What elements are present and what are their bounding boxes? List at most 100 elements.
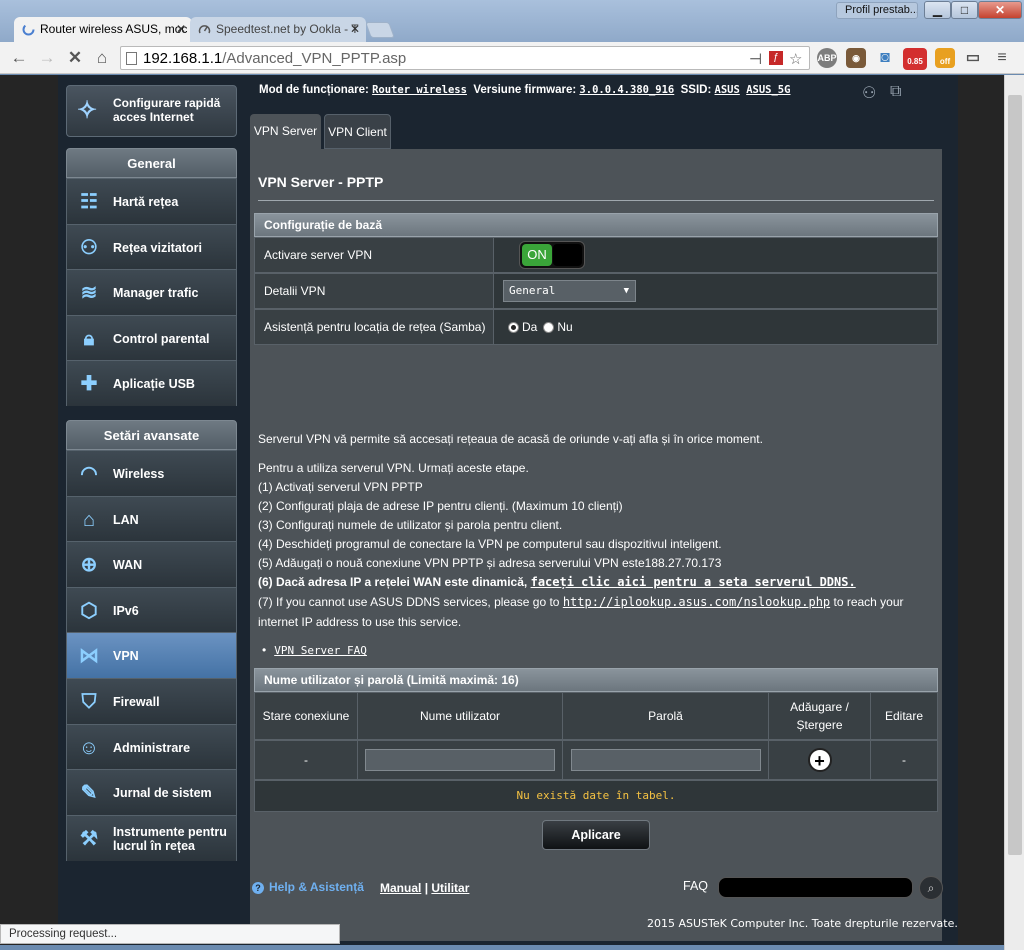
- password-input[interactable]: [570, 749, 761, 771]
- bookmark-star-icon[interactable]: ☆: [789, 50, 802, 68]
- sidebar-item-label: WAN: [113, 558, 143, 573]
- parental-lock-icon: 🔒︎: [83, 327, 95, 350]
- sidebar-item[interactable]: ◠ Wireless: [66, 450, 237, 496]
- back-arrow-icon[interactable]: ←: [8, 47, 30, 69]
- pin-icon[interactable]: ⊣: [749, 50, 762, 68]
- ddns-link[interactable]: faceți clic aici pentru a seta serverul …: [531, 575, 856, 589]
- flash-blocked-icon[interactable]: ƒ: [769, 51, 783, 65]
- sidebar-item[interactable]: ✎ Jurnal de sistem: [66, 769, 237, 816]
- row-edit: -: [870, 740, 938, 780]
- speed-monitor-icon[interactable]: 0.85: [903, 48, 927, 70]
- sidebar-item[interactable]: ⋈ VPN: [66, 632, 237, 679]
- network-map-icon: ☷: [80, 191, 98, 213]
- new-tab-button[interactable]: [365, 22, 395, 38]
- page-scrollbar[interactable]: [1004, 75, 1024, 950]
- vpn-description: Serverul VPN vă permite să accesați rețe…: [258, 432, 763, 446]
- ssid-link-1[interactable]: ASUS: [715, 84, 740, 96]
- iplookup-link[interactable]: http://iplookup.asus.com/nslookup.php: [563, 595, 830, 609]
- tab-close-icon[interactable]: ✕: [350, 17, 360, 42]
- tab-speedtest[interactable]: Speedtest.net by Ookla - T ✕: [190, 17, 366, 42]
- profile-button[interactable]: Profil prestab...: [836, 2, 918, 19]
- vpn-server-faq-link[interactable]: VPN Server FAQ: [274, 644, 367, 657]
- extension-off-icon[interactable]: off: [935, 48, 955, 68]
- close-window-button[interactable]: ✕: [978, 1, 1022, 19]
- sidebar-item[interactable]: ⚇ Rețea vizitatori: [66, 223, 237, 270]
- vpn-details-row: Detalii VPN General ▼: [254, 273, 938, 309]
- sidebar-item-label: Instrumente pentru lucrul în rețea: [113, 824, 227, 853]
- sidebar-item-label: Rețea vizitatori: [113, 240, 202, 255]
- operation-mode-link[interactable]: Router wireless: [372, 84, 467, 96]
- sidebar-item[interactable]: ⚒ Instrumente pentru lucrul în rețea: [66, 814, 237, 861]
- vpn-details-select[interactable]: General ▼: [503, 280, 636, 302]
- usb-status-icon[interactable]: ⧉: [890, 83, 901, 101]
- scrollbar-thumb[interactable]: [1008, 95, 1022, 855]
- add-user-icon[interactable]: +: [807, 748, 832, 772]
- sidebar-item[interactable]: ⌂ LAN: [66, 495, 237, 542]
- utility-link[interactable]: Utilitar: [431, 881, 469, 895]
- quick-setup-label: Configurare rapidă acces Internet: [113, 96, 221, 124]
- camera-icon[interactable]: ◙: [875, 48, 895, 68]
- browser-title-bar: Router wireless ASUS, moc ✕ Speedtest.ne…: [0, 0, 1024, 42]
- instagram-icon[interactable]: ◉: [846, 48, 866, 68]
- tab-vpn-client[interactable]: VPN Client: [324, 114, 391, 149]
- samba-yes-radio[interactable]: [508, 321, 519, 333]
- cast-icon[interactable]: ▭: [963, 48, 983, 68]
- tab-vpn-server[interactable]: VPN Server: [250, 114, 321, 149]
- samba-label: Asistență pentru locația de rețea (Samba…: [255, 310, 494, 344]
- firmware-link[interactable]: 3.0.0.4.380_916: [579, 84, 674, 96]
- apply-button[interactable]: Aplicare: [542, 820, 650, 850]
- search-icon[interactable]: ⌕: [919, 876, 943, 900]
- tab-router[interactable]: Router wireless ASUS, moc ✕: [14, 17, 192, 42]
- faq-search-input[interactable]: [718, 877, 913, 898]
- browser-toolbar: ← → ✕ ⌂ 192.168.1.1/Advanced_VPN_PPTP.as…: [0, 42, 1024, 74]
- sidebar-item[interactable]: ≋ Manager trafic: [66, 269, 237, 316]
- firewall-shield-icon: ⛉: [81, 691, 97, 713]
- ssid-link-2[interactable]: ASUS_5G: [746, 84, 790, 96]
- maximize-button[interactable]: □: [951, 1, 978, 19]
- enable-vpn-label: Activare server VPN: [255, 238, 494, 272]
- samba-row: Asistență pentru locația de rețea (Samba…: [254, 309, 938, 345]
- sidebar-item-label: Manager trafic: [113, 286, 199, 301]
- samba-no-radio[interactable]: [543, 321, 555, 333]
- page-icon: [126, 52, 137, 65]
- col-username: Nume utilizator: [357, 692, 563, 740]
- tab-close-icon[interactable]: ✕: [176, 17, 186, 42]
- col-status: Stare conexiune: [254, 692, 358, 740]
- sidebar-item[interactable]: ☺ Administrare: [66, 723, 237, 770]
- tab-title: Speedtest.net by Ookla - T: [216, 22, 359, 36]
- manual-link[interactable]: Manual: [380, 881, 421, 895]
- samba-no-label: Nu: [557, 320, 573, 334]
- sidebar-item-label: Jurnal de sistem: [113, 786, 212, 801]
- add-cell: +: [768, 740, 871, 780]
- sidebar-item-label: Wireless: [113, 467, 165, 481]
- toggle-on-label: ON: [522, 244, 552, 266]
- help-support-link[interactable]: ? Help & Asistență: [252, 880, 364, 894]
- home-icon[interactable]: ⌂: [91, 47, 113, 69]
- stop-icon[interactable]: ✕: [64, 47, 86, 69]
- chrome-menu-icon[interactable]: ≡: [992, 48, 1012, 68]
- url-text: 192.168.1.1/Advanced_VPN_PPTP.asp: [143, 50, 407, 67]
- step-6: (6) Dacă adresa IP a rețelei WAN este di…: [258, 575, 856, 589]
- sidebar-item[interactable]: ⛉ Firewall: [66, 678, 237, 724]
- sidebar-item[interactable]: ☷ Hartă rețea: [66, 178, 237, 224]
- sidebar-item[interactable]: ✚ Aplicație USB: [66, 360, 237, 407]
- adblock-plus-icon[interactable]: ABP: [817, 48, 837, 68]
- basic-config-header: Configurație de bază: [254, 213, 938, 237]
- minimize-button[interactable]: ▁: [924, 1, 951, 19]
- users-header: Nume utilizator și parolă (Limită maximă…: [254, 668, 938, 692]
- system-log-icon: ✎: [80, 782, 98, 805]
- sidebar-item[interactable]: ⬡ IPv6: [66, 586, 237, 633]
- sidebar-item[interactable]: 🔒︎ Control parental: [66, 314, 237, 361]
- username-cell: [357, 740, 563, 780]
- sidebar-item-label: Administrare: [113, 740, 191, 755]
- forward-arrow-icon[interactable]: →: [36, 47, 58, 69]
- step-7-continued: internet IP address to use this service.: [258, 615, 462, 629]
- quick-setup-button[interactable]: ✧ Configurare rapidă acces Internet: [66, 85, 237, 137]
- clients-icon[interactable]: ⚇: [862, 83, 876, 103]
- ipv6-icon: ⬡: [80, 599, 98, 622]
- admin-user-icon: ☺: [78, 736, 100, 759]
- address-bar[interactable]: 192.168.1.1/Advanced_VPN_PPTP.asp ⊣ ƒ ☆: [120, 46, 810, 70]
- username-input[interactable]: [365, 749, 555, 771]
- vpn-enable-toggle[interactable]: ON: [519, 241, 585, 269]
- sidebar-item[interactable]: ⊕ WAN: [66, 541, 237, 588]
